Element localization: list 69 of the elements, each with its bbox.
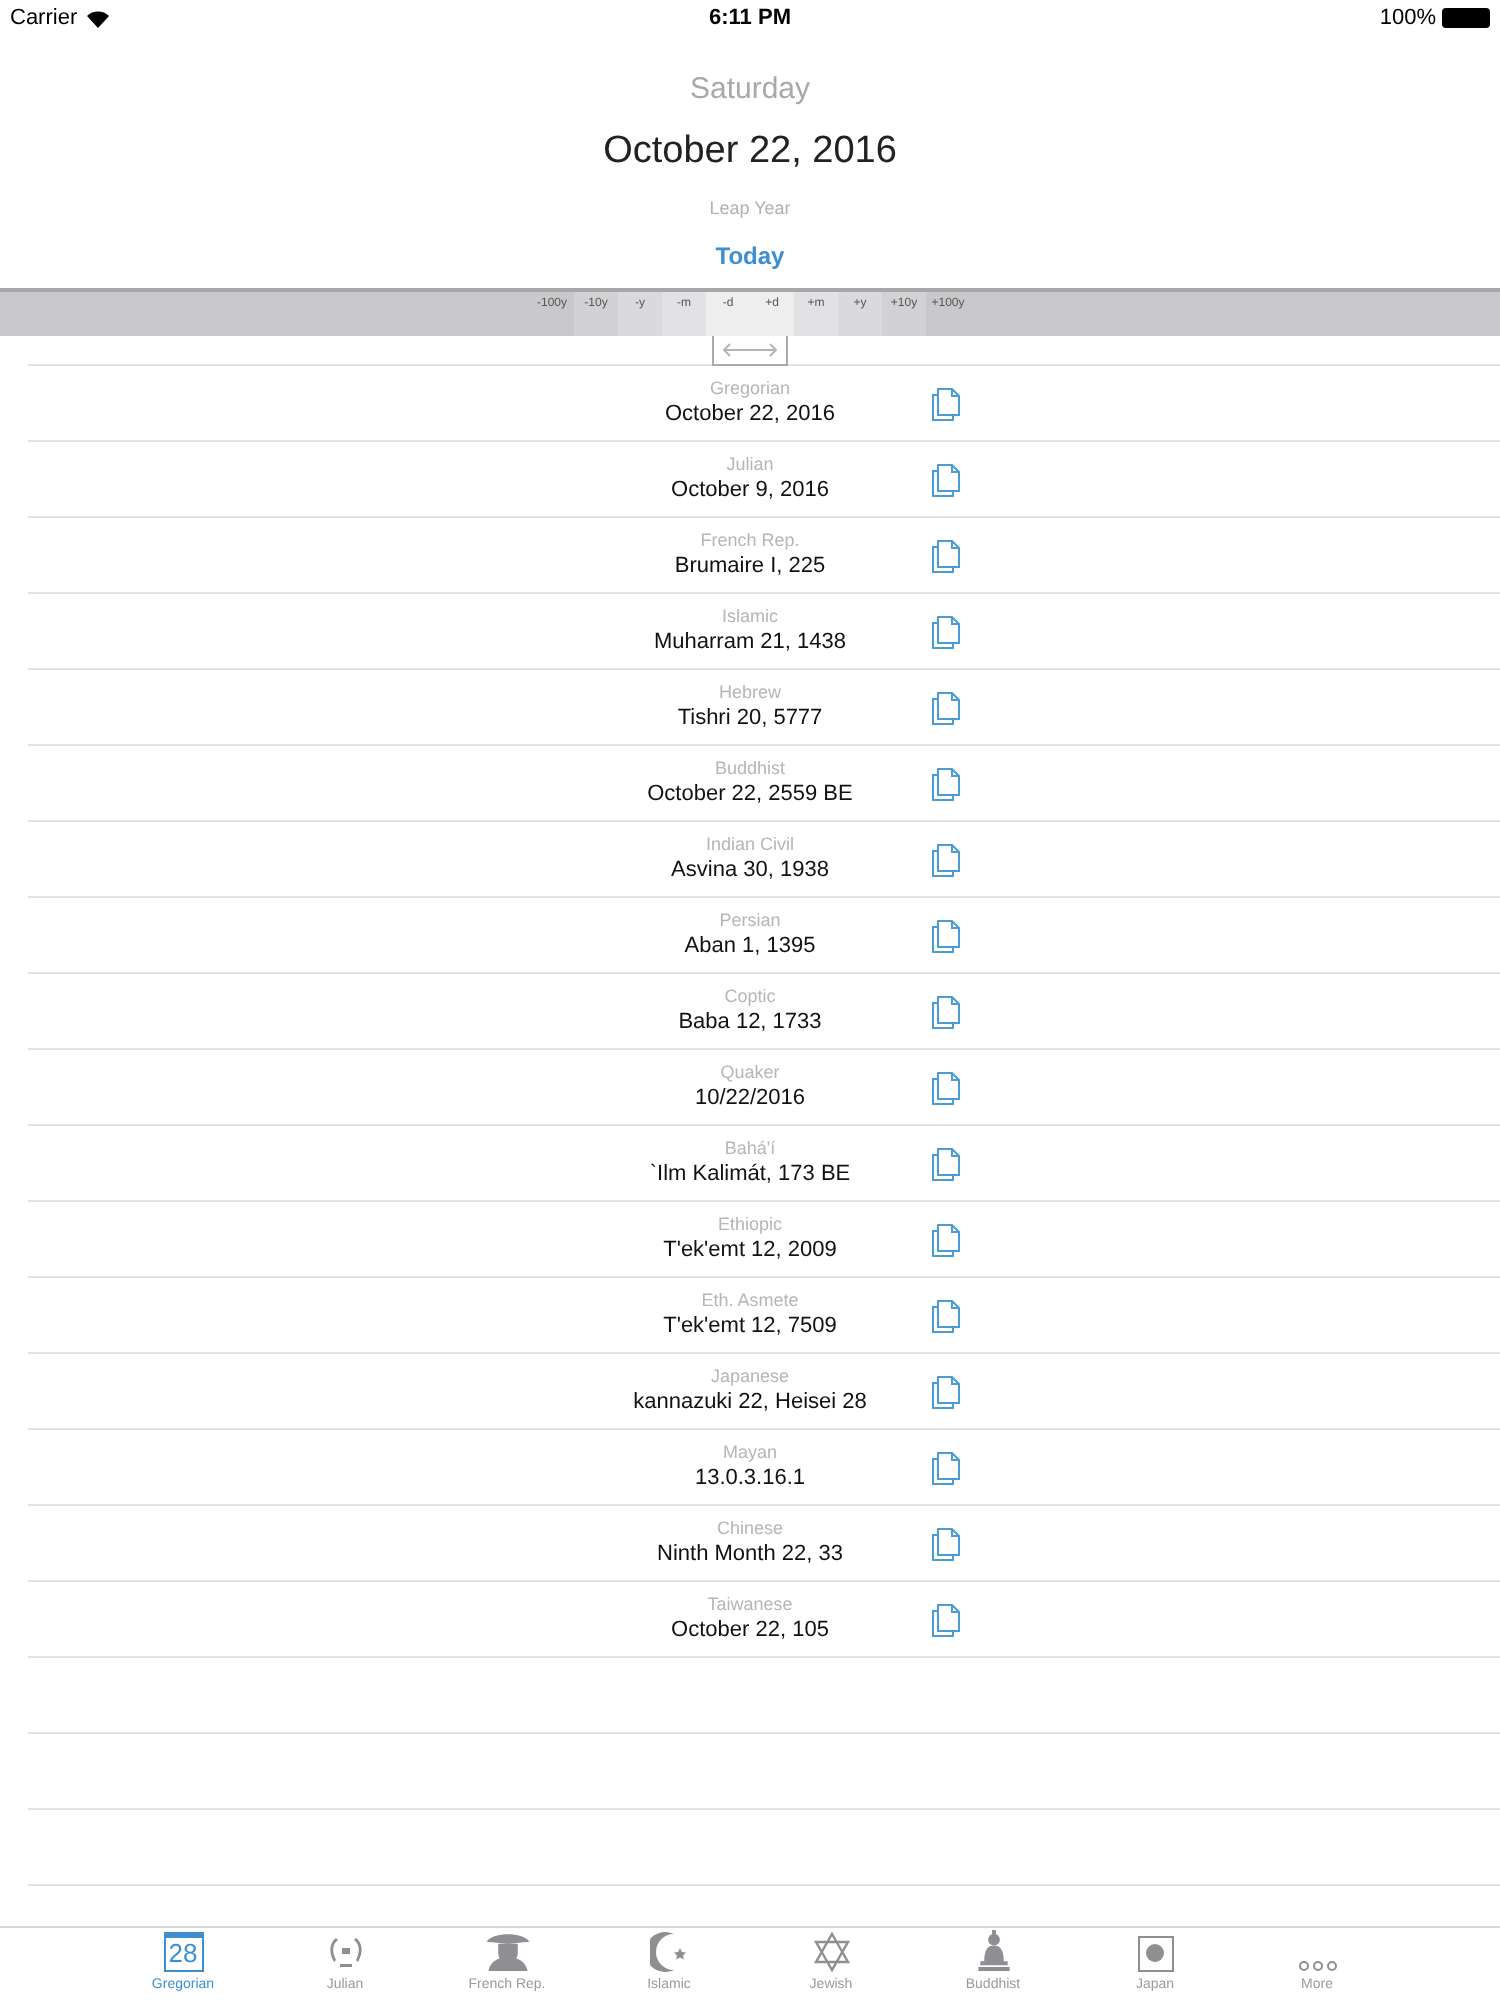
copy-icon[interactable]	[930, 537, 962, 573]
today-button[interactable]: Today	[699, 240, 801, 272]
carrier-label: Carrier	[10, 3, 78, 34]
calendar-name: Japanese	[710, 1366, 790, 1388]
copy-icon[interactable]	[930, 841, 962, 877]
calendar-name: Islamic	[721, 606, 778, 628]
copy-icon[interactable]	[930, 1069, 962, 1105]
copy-icon[interactable]	[930, 1221, 962, 1257]
seated-figure-icon	[973, 1928, 1013, 1971]
calendar-date: 10/22/2016	[694, 1084, 806, 1112]
calendar-name: Julian	[726, 454, 774, 476]
calendar-date: October 22, 105	[671, 1616, 829, 1644]
calendar-date: `Ilm Kalimát, 173 BE	[649, 1160, 851, 1188]
calendar-date: Tishri 20, 5777	[677, 704, 823, 732]
crescent-star-icon	[649, 1931, 689, 1971]
battery-icon	[1442, 8, 1490, 28]
calendar-date: October 22, 2559 BE	[647, 780, 853, 808]
calendar-name: Taiwanese	[707, 1594, 793, 1616]
copy-icon[interactable]	[930, 385, 962, 421]
calendar-name: Chinese	[716, 1518, 784, 1540]
calendar-date: Brumaire I, 225	[674, 552, 826, 580]
copy-icon[interactable]	[930, 1449, 962, 1485]
battery-percent: 100%	[1379, 3, 1436, 34]
copy-icon[interactable]	[930, 1373, 962, 1409]
calendar-name: Eth. Asmete	[701, 1290, 799, 1312]
calendar-name: Indian Civil	[705, 834, 795, 856]
copy-icon[interactable]	[930, 689, 962, 725]
calendar-date: 13.0.3.16.1	[694, 1464, 806, 1492]
calendar-date: Ninth Month 22, 33	[657, 1540, 843, 1568]
calendar-icon: 28	[163, 1931, 203, 1971]
calendar-name: Bahá'í	[724, 1138, 776, 1160]
drag-handle[interactable]	[712, 336, 788, 366]
copy-icon[interactable]	[930, 461, 962, 497]
calendar-name: Persian	[719, 910, 781, 932]
calendar-name: Coptic	[724, 986, 776, 1008]
calendar-date: Asvina 30, 1938	[671, 856, 829, 884]
calendar-date: kannazuki 22, Heisei 28	[633, 1388, 867, 1416]
flag-icon	[1137, 1935, 1173, 1971]
calendar-name: Hebrew	[718, 682, 781, 704]
double-arrow-icon	[722, 342, 778, 358]
calendar-name: Quaker	[720, 1062, 780, 1084]
copy-icon[interactable]	[930, 765, 962, 801]
weekday: Saturday	[689, 72, 811, 108]
copy-icon[interactable]	[930, 1145, 962, 1181]
calendar-date: Aban 1, 1395	[684, 932, 816, 960]
calendar-name: Buddhist	[714, 758, 786, 780]
copy-icon[interactable]	[930, 1601, 962, 1637]
calendar-date: T'ek'emt 12, 7509	[663, 1312, 837, 1340]
more-icon	[1297, 1959, 1337, 1971]
copy-icon[interactable]	[930, 917, 962, 953]
calendar-name: French Rep.	[700, 530, 800, 552]
calendar-date: Baba 12, 1733	[678, 1008, 822, 1036]
calendar-name: Mayan	[722, 1442, 777, 1464]
wifi-icon	[85, 9, 110, 27]
calendar-name: Gregorian	[709, 378, 791, 400]
date-title: October 22, 2016	[603, 128, 897, 176]
hexagram-icon	[811, 1931, 851, 1971]
figure-icon	[481, 1928, 533, 1971]
calendar-date: October 9, 2016	[671, 476, 829, 504]
copy-icon[interactable]	[930, 1297, 962, 1333]
clock-time: 6:11 PM	[709, 3, 791, 34]
calendar-date: Muharram 21, 1438	[654, 628, 846, 656]
calendar-name: Ethiopic	[717, 1214, 783, 1236]
year-note: Leap Year	[709, 196, 791, 220]
copy-icon[interactable]	[930, 993, 962, 1029]
copy-icon[interactable]	[930, 1525, 962, 1561]
calendar-date: T'ek'emt 12, 2009	[663, 1236, 837, 1264]
copy-icon[interactable]	[930, 613, 962, 649]
calendar-date: October 22, 2016	[664, 400, 835, 428]
